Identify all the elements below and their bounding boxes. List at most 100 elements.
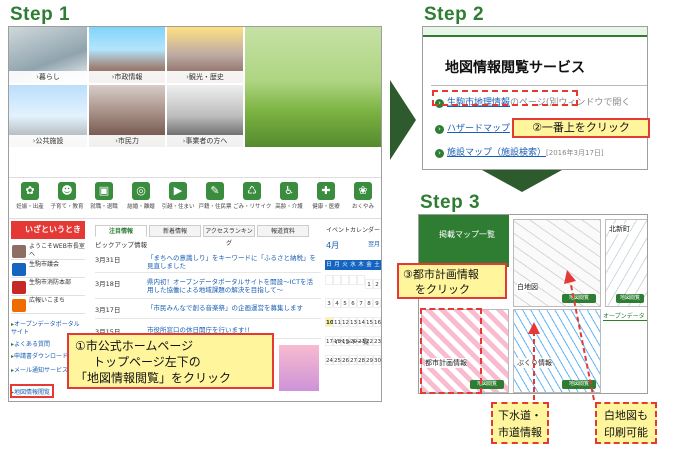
- sidebar-item-mayor[interactable]: ようこそWEB市長室へ: [11, 243, 85, 260]
- tab-new[interactable]: 新着情報: [149, 225, 201, 237]
- calendar-day[interactable]: 12: [341, 317, 349, 327]
- sidebar-item-assembly[interactable]: 生駒市議会: [11, 261, 85, 278]
- callout-step3: ③都市計画情報 をクリック: [397, 263, 507, 299]
- callout-sewer: 下水道・ 市道情報: [491, 402, 549, 444]
- calendar-day[interactable]: 2: [373, 279, 381, 289]
- calendar-day[interactable]: 5: [341, 298, 349, 308]
- news-row[interactable]: 3月18日 県内初！オープンデータポータルサイトを開設～ICTを活用した協働による…: [95, 277, 321, 299]
- event-list-link[interactable]: イベント一覧: [333, 337, 369, 346]
- magazine-icon: [12, 299, 26, 312]
- icon-registry[interactable]: ✎ 戸籍・住民票: [196, 181, 234, 217]
- divider: [431, 85, 647, 86]
- arrow-bullet-icon: ›: [435, 125, 444, 134]
- calendar-day[interactable]: 30: [373, 355, 381, 365]
- link-facility-map[interactable]: › 施設マップ（施設検索）[2016年3月17日]: [435, 145, 604, 158]
- tile-label: 観光・歴史: [167, 71, 243, 83]
- calendar-day[interactable]: 25: [333, 355, 341, 365]
- callout-blank-map: 白地図も 印刷可能: [595, 402, 657, 444]
- tab-ranking[interactable]: アクセスランキング: [203, 225, 255, 247]
- fire-truck-icon: [12, 281, 26, 294]
- assembly-icon: [12, 263, 26, 276]
- weekday-label: 日: [325, 260, 333, 270]
- calendar-day[interactable]: 29: [365, 355, 373, 365]
- calendar-day[interactable]: 10: [325, 317, 334, 327]
- sidebar-item-fire[interactable]: 生駒市消防本部: [11, 279, 85, 296]
- icon-marriage[interactable]: ◎ 結婚・離婚: [122, 181, 160, 217]
- highlight-urban-planning: [420, 308, 482, 394]
- flower-icon: ❀: [354, 182, 372, 200]
- down-arrow-icon: [482, 170, 562, 192]
- icon-moving[interactable]: ▶ 引越・住まい: [159, 181, 197, 217]
- step3-title: Step 3: [420, 192, 481, 213]
- news-row[interactable]: 3月17日 「市民みんなで創る音楽祭」の企画運営を募集します: [95, 303, 321, 319]
- link-hazard-map[interactable]: › ハザードマップ: [435, 121, 510, 134]
- weekday-label: 火: [341, 260, 349, 270]
- weekday-label: 土: [373, 260, 381, 270]
- icon-childcare[interactable]: ☻ 子育て・教育: [48, 181, 86, 217]
- page-header-bar: [423, 27, 647, 37]
- calendar-day[interactable]: 17: [325, 336, 333, 346]
- step1-title: Step 1: [10, 4, 71, 25]
- calendar-day[interactable]: 13: [349, 317, 357, 327]
- calendar-day[interactable]: 11: [333, 317, 341, 327]
- right-arrow-icon: [390, 80, 416, 160]
- calendar-day[interactable]: 15: [365, 317, 373, 327]
- tile-facilities[interactable]: 公共施設: [9, 85, 87, 147]
- calendar-grid: 日月火水木金土1 23 4 5 6 7 8 9101112131415161718192021…: [325, 251, 381, 366]
- tile-living[interactable]: 暮らし: [9, 27, 87, 83]
- map-list-header: 掲載マップ一覧: [419, 215, 509, 267]
- calendar-day[interactable]: 6: [349, 298, 357, 308]
- news-row[interactable]: 3月31日 「まちへの意識しり」をキーワードに「ふるさと納税」を見直しました: [95, 253, 321, 273]
- icon-condolence[interactable]: ❀ おくやみ: [344, 181, 381, 217]
- calendar-day[interactable]: 26: [341, 355, 349, 365]
- map-card-kitashin[interactable]: 北新町 地図閲覧: [605, 219, 647, 307]
- calendar-day[interactable]: 7: [357, 298, 365, 308]
- calendar-day[interactable]: 8: [365, 298, 373, 308]
- callout-step2: ②一番上をクリック: [512, 118, 650, 138]
- callout-step1: ①市公式ホームページ トップページ左下の 「地図情報閲覧」をクリック: [67, 333, 274, 389]
- tile-city-info[interactable]: 市政情報: [89, 27, 165, 83]
- calendar-next[interactable]: 翌月: [368, 239, 380, 248]
- tile-tourism[interactable]: 観光・歴史: [167, 27, 243, 83]
- icon-pregnancy[interactable]: ✿ 妊娠・出産: [11, 181, 49, 217]
- view-map-button[interactable]: 地図閲覧: [616, 294, 644, 303]
- calendar-day[interactable]: 27: [349, 355, 357, 365]
- weekday-label: 金: [365, 260, 373, 270]
- sidebar-item-koho[interactable]: 広報いこまち: [11, 297, 85, 314]
- calendar-day[interactable]: 24: [325, 355, 333, 365]
- tile-citizen-power[interactable]: 市民力: [89, 85, 165, 147]
- calendar-day: [357, 275, 365, 285]
- icon-health[interactable]: ✚ 健康・医療: [307, 181, 345, 217]
- calendar-day[interactable]: 16: [373, 317, 381, 327]
- elderly-icon: ♿: [280, 182, 298, 200]
- trash-icon: ♺: [243, 182, 261, 200]
- calendar-day[interactable]: 28: [357, 355, 365, 365]
- pen-icon: ✎: [206, 182, 224, 200]
- calendar-day[interactable]: 14: [357, 317, 365, 327]
- rings-icon: ◎: [132, 182, 150, 200]
- icon-employment[interactable]: ▣ 就職・退職: [85, 181, 123, 217]
- page-title: 地図情報閲覧サービス: [445, 60, 585, 76]
- emergency-button[interactable]: いざというとき: [11, 221, 85, 239]
- calendar-day[interactable]: 3: [325, 298, 333, 308]
- icon-recycle[interactable]: ♺ごみ・リサイクル: [233, 181, 271, 217]
- tab-press[interactable]: 報道資料: [257, 225, 309, 237]
- pointer-arrows: [528, 270, 595, 401]
- instagram-banner[interactable]: [279, 345, 319, 391]
- highlight-geo-link: [432, 90, 578, 106]
- weekday-label: 木: [357, 260, 365, 270]
- tile-label: 事業者の方へ: [167, 135, 243, 147]
- step2-title: Step 2: [424, 4, 485, 25]
- calendar-day[interactable]: 9: [373, 298, 381, 308]
- calendar-day: [333, 275, 341, 285]
- family-photo: [245, 27, 381, 147]
- calendar-day[interactable]: 23: [373, 336, 381, 346]
- calendar-heading: イベントカレンダー: [326, 227, 381, 234]
- tab-featured[interactable]: 注目情報: [95, 225, 147, 237]
- tile-business[interactable]: 事業者の方へ: [167, 85, 243, 147]
- calendar-day[interactable]: 4: [333, 298, 341, 308]
- pickup-label: ピックアップ情報: [95, 241, 147, 249]
- icon-elderly[interactable]: ♿ 高齢・介護: [270, 181, 308, 217]
- calendar-day[interactable]: 1: [365, 279, 373, 289]
- truck-icon: ▶: [169, 182, 187, 200]
